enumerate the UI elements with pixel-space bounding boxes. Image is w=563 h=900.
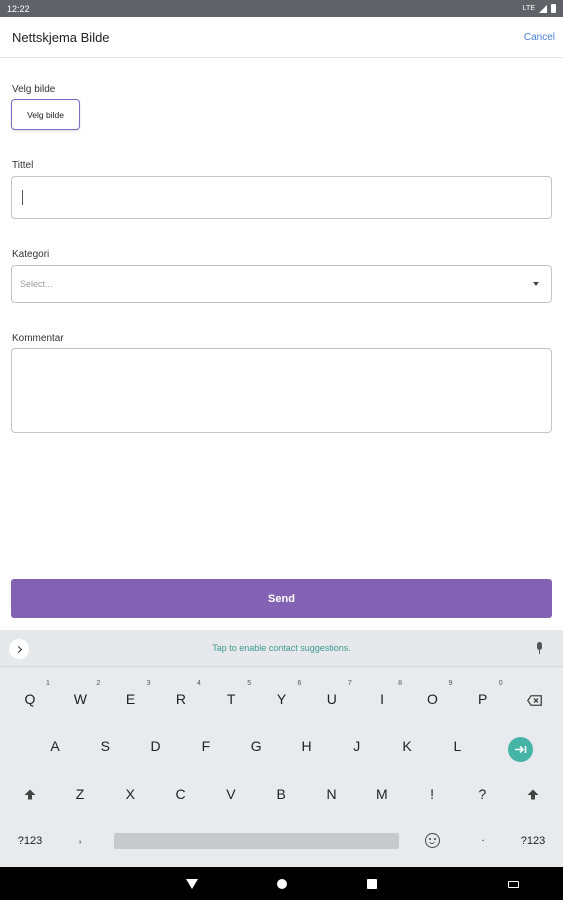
key-d[interactable]: D	[136, 726, 176, 766]
comment-label: Kommentar	[12, 333, 64, 344]
category-placeholder: Select...	[20, 279, 53, 289]
key-x[interactable]: X	[110, 774, 150, 814]
key-exclamation[interactable]: !	[412, 774, 452, 814]
key-question[interactable]: ?	[462, 774, 502, 814]
home-icon[interactable]	[277, 879, 287, 889]
send-button[interactable]: Send	[11, 579, 552, 618]
back-icon[interactable]	[186, 879, 198, 889]
key-f[interactable]: F	[186, 726, 226, 766]
mic-icon[interactable]	[536, 642, 543, 654]
space-key[interactable]	[114, 833, 399, 849]
enter-arrow-icon	[515, 745, 527, 754]
key-hint-0: 0	[498, 680, 503, 687]
key-hint-6: 6	[297, 680, 302, 687]
title-input[interactable]	[11, 176, 552, 219]
key-g[interactable]: G	[236, 726, 276, 766]
key-hint-9: 9	[448, 680, 453, 687]
keyboard: Tap to enable contact suggestions. Q1W2E…	[0, 630, 563, 867]
symbols-key-right[interactable]: ?123	[513, 821, 553, 861]
period-key[interactable]: .	[463, 818, 503, 858]
cancel-button[interactable]: Cancel	[524, 32, 555, 43]
screen: 12:22 LTE Nettskjema Bilde Cancel Velg b…	[0, 0, 563, 900]
network-label: LTE	[522, 5, 535, 12]
status-time: 12:22	[7, 3, 30, 14]
key-hint-4: 4	[196, 680, 201, 687]
key-n[interactable]: N	[312, 774, 352, 814]
signal-icon	[539, 4, 547, 13]
key-hint-1: 1	[46, 680, 50, 687]
key-l[interactable]: L	[437, 726, 477, 766]
key-hint-7: 7	[347, 680, 352, 687]
category-select[interactable]: Select...	[11, 265, 552, 303]
emoji-icon[interactable]	[425, 833, 440, 848]
suggestion-bar: Tap to enable contact suggestions.	[0, 630, 563, 667]
battery-icon	[551, 4, 556, 13]
key-hint-2: 2	[96, 680, 101, 687]
title-label: Tittel	[12, 160, 34, 171]
backspace-icon[interactable]	[527, 695, 542, 706]
key-b[interactable]: B	[261, 774, 301, 814]
status-icons: LTE	[523, 4, 556, 13]
image-label: Velg bilde	[12, 84, 56, 95]
app-bar: Nettskjema Bilde Cancel	[0, 17, 563, 58]
pick-image-button[interactable]: Velg bilde	[11, 99, 80, 130]
key-h[interactable]: H	[287, 726, 327, 766]
key-v[interactable]: V	[211, 774, 251, 814]
text-cursor	[22, 190, 23, 205]
contact-suggestion-prompt[interactable]: Tap to enable contact suggestions.	[0, 643, 563, 653]
recents-icon[interactable]	[367, 879, 377, 889]
key-hint-5: 5	[247, 680, 252, 687]
comment-textarea[interactable]	[11, 348, 552, 433]
shift-icon-right[interactable]	[527, 789, 539, 800]
category-label: Kategori	[12, 249, 50, 260]
shift-icon[interactable]	[24, 789, 36, 800]
key-k[interactable]: K	[387, 726, 427, 766]
status-bar: 12:22 LTE	[0, 0, 563, 17]
key-hint-3: 3	[146, 680, 151, 687]
keyboard-switch-icon[interactable]	[508, 881, 519, 888]
symbols-key[interactable]: ?123	[10, 821, 50, 861]
key-m[interactable]: M	[362, 774, 402, 814]
key-a[interactable]: A	[35, 726, 75, 766]
key-c[interactable]: C	[161, 774, 201, 814]
chevron-down-icon	[533, 282, 539, 286]
key-s[interactable]: S	[85, 726, 125, 766]
navigation-bar	[0, 867, 563, 900]
page-title: Nettskjema Bilde	[12, 29, 110, 45]
enter-key[interactable]	[508, 737, 533, 762]
key-hint-8: 8	[398, 680, 403, 687]
comma-key[interactable]: ,	[60, 819, 100, 859]
key-z[interactable]: Z	[60, 774, 100, 814]
key-j[interactable]: J	[337, 726, 377, 766]
